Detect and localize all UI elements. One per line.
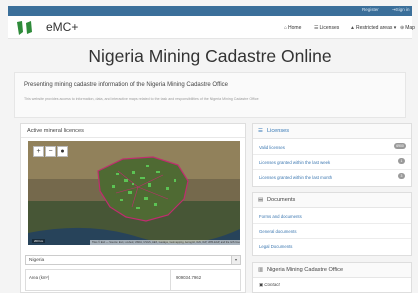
sign-in-link[interactable]: ⇥Sign in	[392, 7, 410, 13]
chevron-down-icon: ▾	[231, 256, 240, 264]
list-icon: ☰	[258, 128, 263, 134]
list-item[interactable]: Legal Documents	[253, 239, 411, 254]
panel-header: ▥ Nigeria Mining Cadastre Office	[253, 263, 411, 278]
panel-header: Active mineral licences	[21, 124, 245, 138]
list-item-label[interactable]: Licenses granted within the last month	[259, 175, 332, 180]
list-item-label[interactable]: Valid licenses	[259, 145, 285, 150]
home-icon: ⌂	[284, 25, 288, 31]
zoom-controls: + − ●	[33, 146, 69, 157]
mineral-licences-panel: Active mineral licences + − ● 200 km Til…	[20, 123, 246, 293]
divider	[170, 270, 171, 290]
list-item[interactable]: Valid licenses 6900	[253, 140, 411, 155]
chevron-down-icon: ▾	[392, 25, 397, 31]
zoom-in-button[interactable]: +	[33, 146, 44, 157]
top-utility-bar: Register ⇥Sign in	[8, 6, 412, 16]
region-select-value: Nigeria	[29, 258, 45, 263]
panel-title: Nigeria Mining Cadastre Office	[267, 267, 344, 273]
area-value: 909034.7962	[176, 275, 202, 280]
count-badge: 1	[398, 158, 405, 164]
register-link[interactable]: Register	[362, 7, 379, 12]
count-badge: 3	[398, 173, 405, 179]
list-item-label[interactable]: Legal Documents	[259, 244, 292, 249]
map-scale: 200 km	[32, 239, 46, 243]
area-label: Area (km²)	[29, 275, 50, 280]
panel-title: Active mineral licences	[27, 128, 84, 134]
list-icon: ☰	[314, 25, 319, 31]
warning-icon: ▲	[350, 25, 355, 31]
list-item-label[interactable]: Forms and documents	[259, 214, 302, 219]
zoom-out-button[interactable]: −	[45, 146, 56, 157]
contact-card-icon: ▣	[259, 282, 264, 287]
office-panel: ▥ Nigeria Mining Cadastre Office ▣Contac…	[252, 262, 412, 293]
region-select[interactable]: Nigeria ▾	[25, 255, 241, 265]
contact-link[interactable]: ▣Contact	[259, 282, 280, 288]
intro-box: Presenting mining cadastre information o…	[14, 72, 406, 118]
area-table: Area (km²) 909034.7962	[25, 269, 241, 291]
map-attribution: Tiles © Esri — Source: Esri, i-cubed, US…	[90, 240, 240, 245]
globe-icon: ⊕	[400, 25, 405, 31]
list-item-label[interactable]: Licenses granted within the last week	[259, 160, 330, 165]
panel-title: Documents	[267, 197, 296, 203]
nav-map[interactable]: ⊕Map	[400, 25, 415, 31]
documents-panel: ▤ Documents Forms and documents General …	[252, 192, 412, 256]
list-item[interactable]: Licenses granted within the last month 3	[253, 170, 411, 185]
panel-header: ▤ Documents	[253, 193, 411, 208]
main-navbar: eMC+ ⌂Home ☰Licenses ▲Restricted areas ▾…	[8, 16, 415, 39]
list-item[interactable]: General documents	[253, 224, 411, 239]
panel-header: ☰ Licenses	[253, 124, 411, 139]
brand-name[interactable]: eMC+	[46, 20, 78, 34]
panel-title[interactable]: Licenses	[267, 128, 289, 134]
licenses-panel: ☰ Licenses Valid licenses 6900 Licenses …	[252, 123, 412, 187]
nav-home[interactable]: ⌂Home	[284, 25, 301, 31]
nav-restricted-areas[interactable]: ▲Restricted areas ▾	[350, 25, 396, 31]
list-item[interactable]: Forms and documents	[253, 209, 411, 224]
page-title: Nigeria Mining Cadastre Online	[88, 46, 332, 66]
intro-subtext: This website provides access to informat…	[24, 97, 259, 101]
document-icon: ▤	[258, 197, 264, 203]
locate-button[interactable]: ●	[57, 146, 68, 157]
count-badge: 6900	[394, 143, 406, 149]
intro-heading: Presenting mining cadastre information o…	[24, 82, 228, 88]
licence-map[interactable]: + − ● 200 km Tiles © Esri — Source: Esri…	[28, 141, 240, 245]
list-item[interactable]: Licenses granted within the last week 1	[253, 155, 411, 170]
list-item-label[interactable]: General documents	[259, 229, 297, 234]
building-icon: ▥	[258, 267, 264, 273]
emc-logo[interactable]	[16, 20, 34, 36]
nav-licenses[interactable]: ☰Licenses	[314, 25, 339, 31]
